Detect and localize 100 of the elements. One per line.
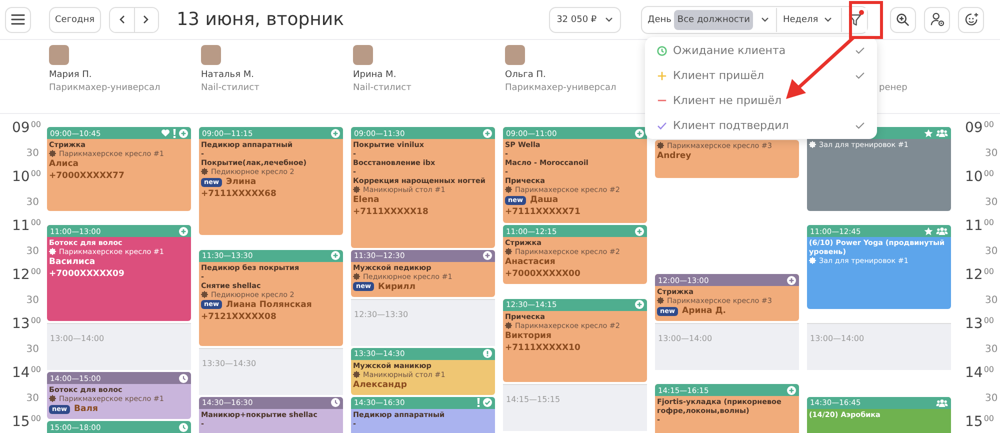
hour-label: 13 <box>965 316 983 332</box>
filter-menu-item[interactable]: Ожидание клиента <box>645 38 877 63</box>
staff-settings-button[interactable] <box>924 6 950 32</box>
time-range: 14:15—15:15 <box>506 395 560 404</box>
hour-label: 14 <box>12 365 30 381</box>
avatar-photo-placeholder <box>353 45 373 65</box>
annotation-arrow <box>786 36 855 99</box>
client-name: Лиана Полянская <box>226 298 312 310</box>
minutes-label: 00 <box>30 267 41 277</box>
client-name: Арина Д. <box>682 305 726 317</box>
caret-icon <box>824 17 832 22</box>
add-emoji-button[interactable] <box>958 6 984 32</box>
minutes-label: 00 <box>30 169 41 179</box>
time-range: 12:30—13:30 <box>354 310 408 318</box>
phone-number: +7111XXXXX68 <box>201 188 278 200</box>
half-hour-label: 30 <box>984 196 999 210</box>
client-name: Валя <box>74 403 98 415</box>
client-name: Элина <box>226 176 256 188</box>
gear-icon <box>809 257 816 264</box>
menu-button[interactable] <box>5 6 31 32</box>
hour-label: 09 <box>12 120 30 136</box>
hour-label: 11 <box>965 218 983 234</box>
minutes-label: 00 <box>984 120 994 130</box>
client-name: Анастасия <box>505 256 556 268</box>
minutes-label: 00 <box>984 414 994 424</box>
phone-number: +7000XXXXX77 <box>49 170 126 182</box>
chevron-right-icon <box>143 15 150 24</box>
minutes-label: 00 <box>984 316 994 326</box>
hour-label: 10 <box>965 169 983 185</box>
hour-label: 09 <box>965 120 983 136</box>
half-hour-label: 30 <box>984 244 999 258</box>
half-hour-label: 30 <box>984 146 999 160</box>
client-name: Алиса <box>49 158 79 170</box>
revenue-dropdown[interactable]: 32 050 ₽ <box>548 6 621 32</box>
time-range: 13:00—14:00 <box>658 334 712 343</box>
hour-label: 12 <box>12 267 30 283</box>
gear-icon <box>201 168 208 175</box>
filter-label: Клиент пришёл <box>673 69 764 82</box>
hour-label: 12 <box>965 267 983 283</box>
avatar-photo-placeholder <box>505 45 525 65</box>
hour-label: 13 <box>12 316 30 332</box>
gear-icon <box>353 186 360 193</box>
caret-icon[interactable] <box>760 17 769 22</box>
gear-icon <box>505 186 512 193</box>
gear-icon <box>505 248 512 255</box>
half-hour-label: 30 <box>26 146 40 160</box>
half-hour-label: 30 <box>984 294 999 308</box>
gear-icon <box>49 248 56 255</box>
phone-number: +7000XXXXX09 <box>49 268 126 280</box>
time-range: 13:00—14:00 <box>50 334 104 343</box>
chevron-left-icon <box>118 15 125 24</box>
staff-role: Nail-стилист <box>353 82 412 95</box>
zoom-in-button[interactable] <box>890 6 916 32</box>
menu-icon <box>11 14 25 25</box>
gear-icon <box>657 142 664 149</box>
gear-icon <box>353 370 360 378</box>
staff-name: Ольга П. <box>505 69 547 82</box>
caret-icon <box>604 17 613 22</box>
phone-number: +7121XXXXX08 <box>201 310 278 322</box>
half-hour-label: 30 <box>26 294 40 308</box>
avatar-photo-placeholder <box>201 45 221 65</box>
minutes-label: 00 <box>984 267 994 277</box>
client-name: Даша <box>530 194 558 206</box>
position-filter[interactable]: Все должности <box>674 10 753 30</box>
smiley-plus-icon <box>964 12 979 27</box>
phone-number: +7111XXXXX10 <box>505 342 582 354</box>
client-name: Elena <box>353 194 380 206</box>
half-hour-label: 30 <box>984 392 999 406</box>
avatar-photo-placeholder <box>49 45 69 65</box>
minutes-label: 00 <box>984 218 994 228</box>
hour-label: 15 <box>12 414 30 430</box>
staff-name: Наталья М. <box>201 69 255 82</box>
filter-menu-item[interactable]: Клиент пришёл <box>645 63 877 88</box>
half-hour-label: 30 <box>26 392 40 406</box>
gear-icon <box>49 395 56 402</box>
time-range: 13:30—14:30 <box>202 358 256 368</box>
date-title: 13 июня, вторник <box>176 9 345 30</box>
phone-number: +7111XXXXX18 <box>353 206 430 218</box>
hour-label: 11 <box>12 218 30 234</box>
minutes-label: 00 <box>984 365 994 375</box>
time-range: 13:00—14:00 <box>810 334 864 343</box>
today-button[interactable]: Сегодня <box>49 6 101 32</box>
half-hour-label: 30 <box>26 342 40 356</box>
phone-number: +7000XXXXX00 <box>505 268 582 280</box>
filter-menu-item[interactable]: Клиент не пришёл <box>645 88 877 113</box>
half-hour-label: 30 <box>26 244 40 258</box>
gear-icon <box>809 141 816 148</box>
person-gear-icon <box>930 12 945 27</box>
half-hour-label: 30 <box>984 342 999 356</box>
minutes-label: 00 <box>30 218 41 228</box>
week-dropdown[interactable]: Неделя <box>780 10 836 30</box>
staff-role: Парикмахер-универсал <box>49 82 162 95</box>
minutes-label: 00 <box>30 316 41 326</box>
gear-icon <box>505 322 512 328</box>
gear-icon <box>353 272 360 280</box>
hour-label: 15 <box>965 414 983 430</box>
day-tab[interactable]: День <box>644 10 674 30</box>
filter-label: Клиент подтвердил <box>673 119 789 132</box>
client-name: Василиса <box>49 256 96 268</box>
filter-label: Ожидание клиента <box>673 44 786 57</box>
